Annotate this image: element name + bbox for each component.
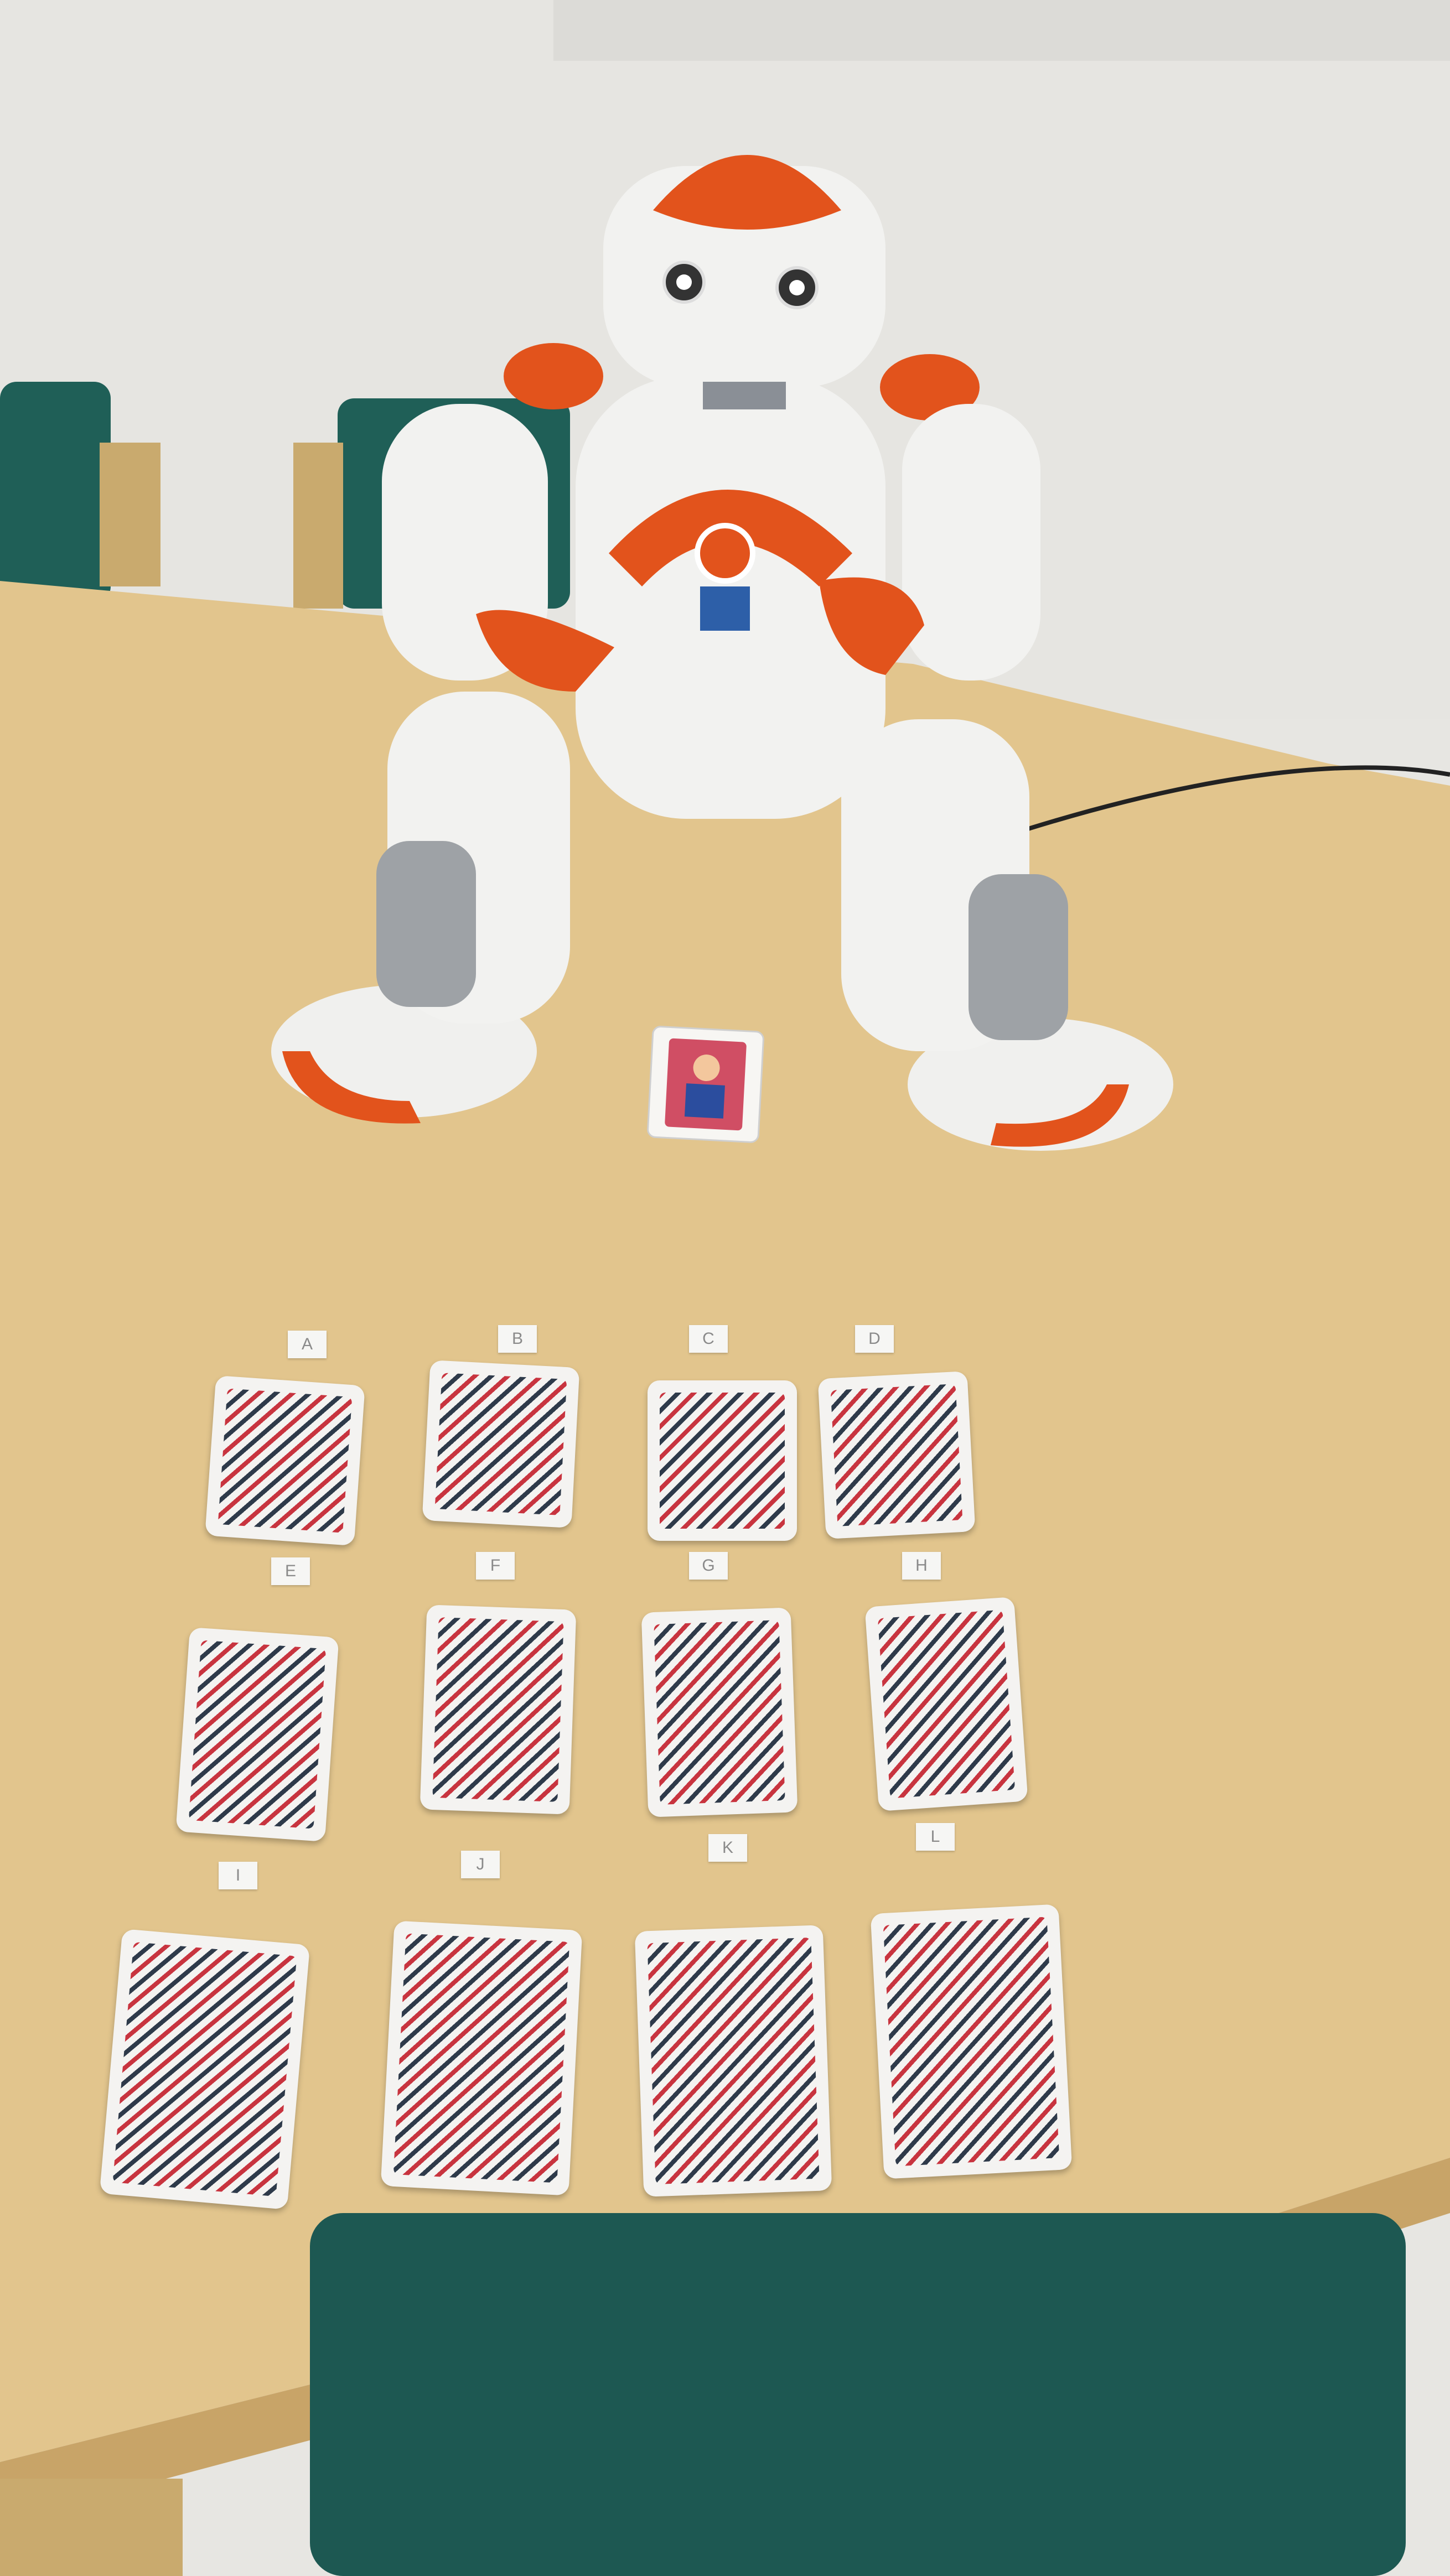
card-label-l: L [916,1823,955,1851]
robot-badge [700,586,750,631]
card-label-a: A [288,1331,327,1358]
card-label-e: E [271,1557,310,1585]
card-label-b: B [498,1325,537,1353]
face-down-card-c [648,1380,797,1541]
card-back-pattern [830,1384,963,1526]
card-back-pattern [432,1617,564,1802]
face-up-card [647,1026,764,1143]
robot-left-shoulder [504,343,603,409]
face-down-card-b [422,1360,580,1528]
robot-right-knee [969,874,1068,1040]
robot-neck [703,382,786,409]
card-label-d: D [855,1325,894,1353]
face-down-card-l [870,1904,1073,2179]
face-down-card-e [175,1627,339,1842]
face-down-card-i [99,1929,310,2210]
card-label-k: K [708,1834,747,1862]
card-back-pattern [883,1917,1060,2167]
face-down-card-g [641,1607,798,1817]
card-label-h: H [902,1552,941,1580]
photo-scene: A B C D E F G H I J K L [0,0,1450,2576]
face-down-card-f [420,1604,577,1815]
face-down-card-d [817,1371,976,1539]
robot-right-eye-glow [789,280,805,295]
card-label-f: F [476,1552,515,1580]
card-back-pattern [393,1933,570,2183]
card-back-pattern [188,1640,327,1829]
face-up-card-robe [684,1083,725,1119]
card-label-i: I [219,1862,257,1889]
card-back-pattern [877,1609,1016,1799]
card-back-pattern [112,1941,297,2197]
robot-head-top [653,155,841,230]
robot-chest-button [695,523,755,584]
card-label-g: G [689,1552,728,1580]
card-back-pattern [218,1388,353,1533]
card-back-pattern [654,1620,785,1805]
robot-left-knee [376,841,476,1007]
card-back-pattern [647,1937,820,2185]
robot-right-arm [902,404,1040,681]
card-label-j: J [461,1851,500,1878]
card-back-pattern [660,1393,785,1529]
face-down-card-k [634,1925,832,2197]
card-label-c: C [689,1325,728,1353]
robot-left-eye-glow [676,274,692,290]
card-back-pattern [434,1373,567,1515]
face-down-card-j [380,1920,583,2196]
face-down-card-h [864,1597,1028,1811]
face-down-card-a [205,1375,365,1546]
